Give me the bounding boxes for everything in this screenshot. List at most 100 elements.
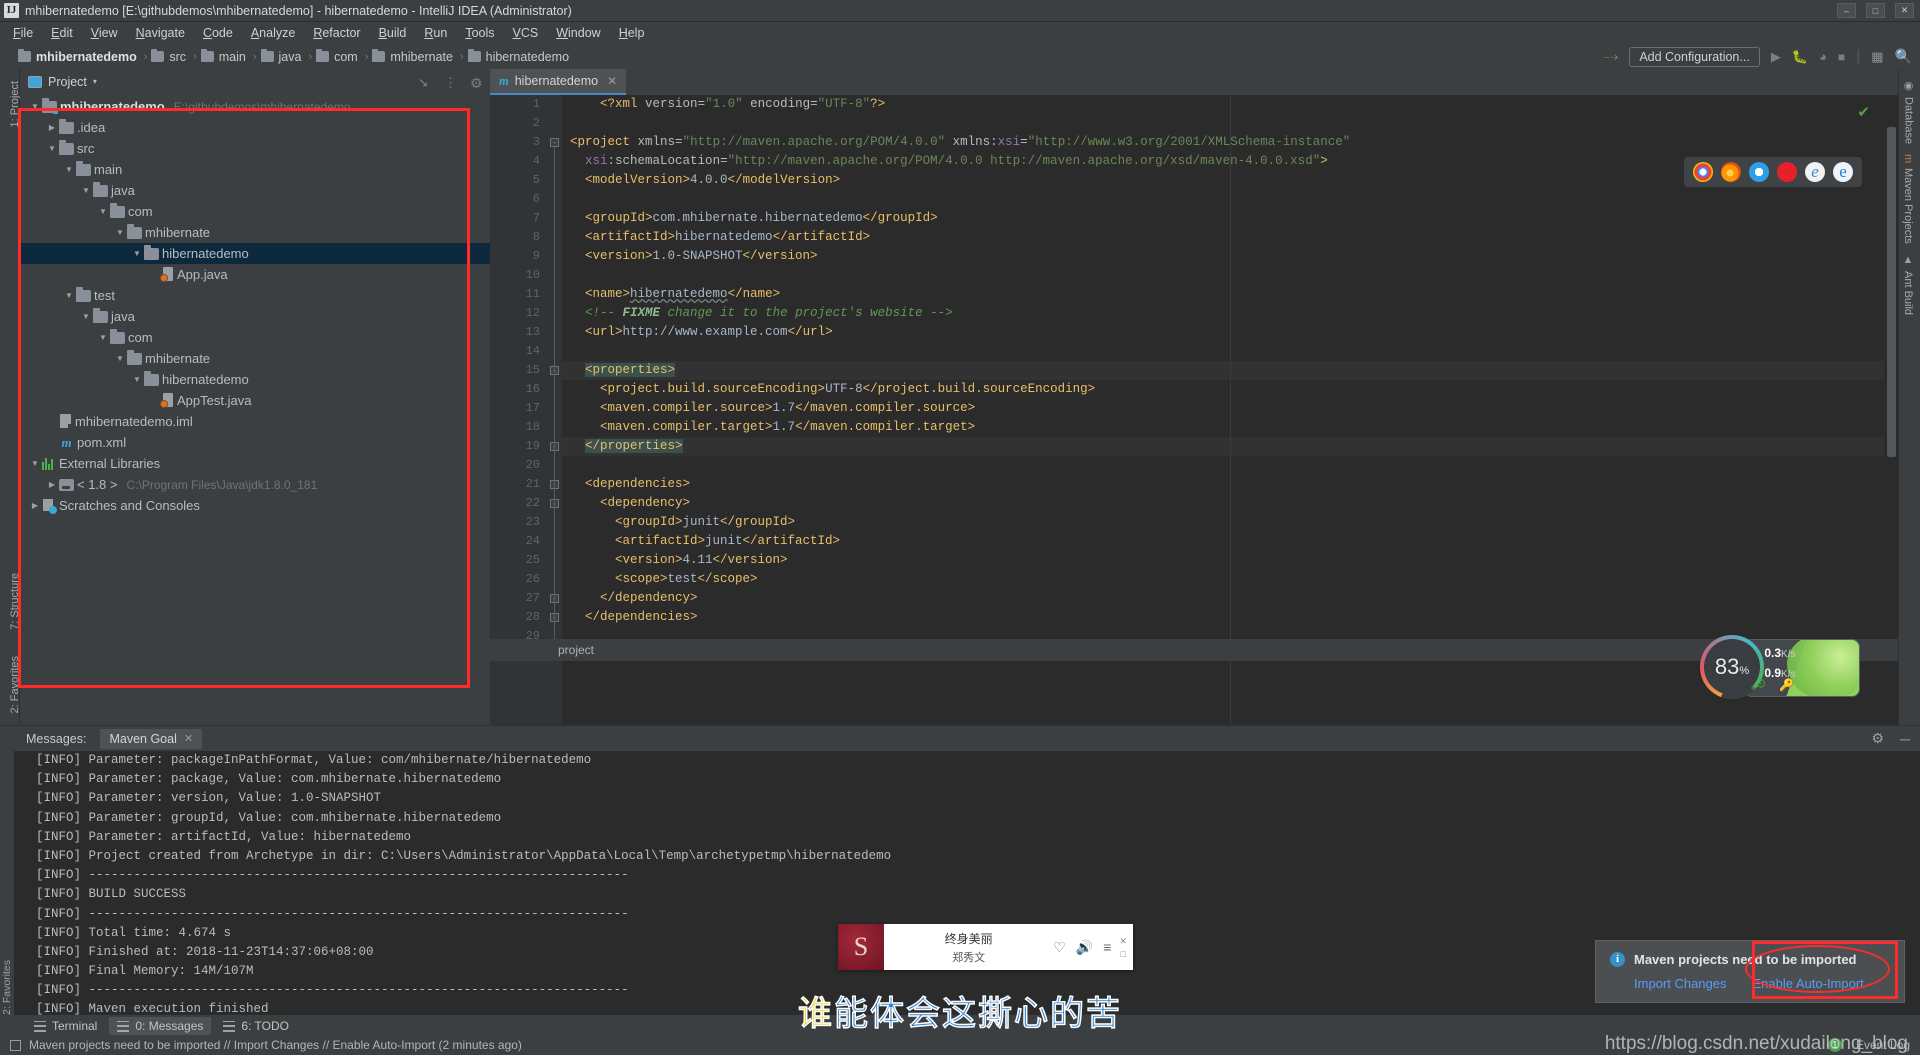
chevron-right-icon[interactable]: ▶ (45, 480, 59, 489)
chevron-down-icon[interactable]: ▼ (28, 102, 42, 111)
project-file-tree[interactable]: ▼ mhibernatedemo E:\githubdemos\mhibernate… (20, 94, 490, 516)
menu-code[interactable]: Code (194, 24, 242, 42)
breadcrumb-src[interactable]: src (151, 49, 189, 64)
code-editor[interactable]: 1 2 3 4 5 6 7 8 9 10 11 12 13 14 15 16 17 18 19 20 21 22 23 24 2… (490, 95, 1898, 725)
volume-icon[interactable]: 🔊 (1076, 939, 1093, 956)
breadcrumb-java[interactable]: java (260, 49, 305, 64)
minimize-icon[interactable]: ─ (1900, 731, 1910, 747)
fold-toggle-icon[interactable]: - (550, 138, 559, 147)
chevron-down-icon[interactable]: ▼ (130, 249, 144, 258)
chevron-down-icon[interactable]: ▼ (62, 291, 76, 300)
chevron-down-icon[interactable]: ▼ (113, 354, 127, 363)
opera-icon[interactable] (1777, 162, 1797, 182)
rail-button-ant-build[interactable]: ▲ Ant Build (1902, 254, 1914, 315)
menu-run[interactable]: Run (415, 24, 456, 42)
security-monitor-widget[interactable]: ↑ 0.3K/s ↓ 0.9K/s ⚙ 🔑 83% (1700, 631, 1860, 703)
chevron-down-icon[interactable]: ▼ (28, 459, 42, 468)
menu-help[interactable]: Help (610, 24, 654, 42)
key-icon[interactable]: 🔑 (1779, 678, 1794, 692)
menu-edit[interactable]: Edit (42, 24, 82, 42)
chevron-down-icon[interactable]: ▼ (96, 333, 110, 342)
menu-vcs[interactable]: VCS (504, 24, 548, 42)
close-icon[interactable]: ✕ (1119, 936, 1127, 947)
collapse-all-icon[interactable]: ➘ (418, 75, 432, 90)
tree-item-mhibernate[interactable]: ▼ mhibernate (20, 348, 490, 369)
editor-tab-hibernatedemo[interactable]: m hibernatedemo ✕ (490, 69, 627, 95)
close-button[interactable]: ✕ (1895, 3, 1914, 18)
restore-icon[interactable]: □ (1121, 949, 1126, 959)
tree-item-src[interactable]: ▼ src (20, 138, 490, 159)
run-coverage-icon[interactable]: ◕ (1819, 49, 1827, 64)
menu-refactor[interactable]: Refactor (304, 24, 369, 42)
chevron-down-icon[interactable]: ▼ (79, 186, 93, 195)
run-icon[interactable]: ▶ (1771, 49, 1781, 65)
chrome-icon[interactable] (1693, 162, 1713, 182)
chevron-down-icon[interactable]: ▾ (93, 77, 97, 86)
tree-item-main[interactable]: ▼ main (20, 159, 490, 180)
close-icon[interactable]: ✕ (607, 74, 617, 88)
tree-item-mhibernatedemo[interactable]: ▼ mhibernatedemo E:\githubdemos\mhibernate… (20, 96, 490, 117)
memory-usage-ring[interactable]: 83% (1700, 635, 1764, 699)
chevron-right-icon[interactable]: ▶ (28, 501, 42, 510)
tree-item--idea[interactable]: ▶ .idea (20, 117, 490, 138)
tree-item-com[interactable]: ▼ com (20, 327, 490, 348)
project-structure-icon[interactable]: ▦ (1871, 49, 1883, 65)
rail-button-maven-projects[interactable]: m Maven Projects (1902, 154, 1914, 244)
safari-icon[interactable] (1749, 162, 1769, 182)
chevron-down-icon[interactable]: ▼ (79, 312, 93, 321)
editor-scrollbar[interactable] (1884, 121, 1898, 725)
minimize-button[interactable]: – (1837, 3, 1856, 18)
tree-item-apptest-java[interactable]: ▸ AppTest.java (20, 390, 490, 411)
maven-goal-tab[interactable]: Maven Goal ✕ (100, 728, 203, 749)
import-changes-link[interactable]: Import Changes (1634, 976, 1727, 991)
tree-item-test[interactable]: ▼ test (20, 285, 490, 306)
chevron-down-icon[interactable]: ▼ (62, 165, 76, 174)
editor-breadcrumb[interactable]: project (490, 639, 1898, 661)
menu-build[interactable]: Build (370, 24, 416, 42)
menu-file[interactable]: File (4, 24, 42, 42)
chevron-down-icon[interactable]: ▼ (96, 207, 110, 216)
search-icon[interactable]: 🔍 (1895, 48, 1912, 65)
settings-gear-icon[interactable]: ⚙ (470, 75, 484, 91)
close-icon[interactable]: ✕ (184, 732, 193, 745)
debug-icon[interactable]: 🐛 (1792, 49, 1808, 65)
chevron-down-icon[interactable]: ▼ (113, 228, 127, 237)
ie-icon[interactable]: e (1805, 162, 1825, 182)
chevron-right-icon[interactable]: ▶ (45, 123, 59, 132)
stop-icon[interactable]: ■ (1838, 50, 1845, 64)
target-icon[interactable]: ⋮ (444, 75, 458, 90)
maximize-button[interactable]: □ (1866, 3, 1885, 18)
hammer-icon[interactable]: ⤍ (1603, 48, 1619, 65)
chevron-down-icon[interactable]: ▼ (45, 144, 59, 153)
menu-navigate[interactable]: Navigate (127, 24, 194, 42)
music-player-widget[interactable]: S 终身美丽 郑秀文 ♡ 🔊 ≡ ✕ □ (838, 924, 1133, 970)
tree-item-hibernatedemo[interactable]: ▼ hibernatedemo (20, 243, 490, 264)
menu-tools[interactable]: Tools (456, 24, 503, 42)
breadcrumb-mhibernate[interactable]: mhibernate (372, 49, 456, 64)
playlist-icon[interactable]: ≡ (1103, 939, 1111, 955)
breadcrumb-main[interactable]: main (200, 49, 249, 64)
scrollbar-thumb[interactable] (1887, 127, 1896, 457)
enable-auto-import-link[interactable]: Enable Auto-Import (1753, 976, 1864, 991)
menu-view[interactable]: View (82, 24, 127, 42)
tree-item-mhibernate[interactable]: ▼ mhibernate (20, 222, 490, 243)
heart-icon[interactable]: ♡ (1053, 939, 1066, 956)
breadcrumb-com[interactable]: com (316, 49, 361, 64)
firefox-icon[interactable] (1721, 162, 1741, 182)
menu-analyze[interactable]: Analyze (242, 24, 304, 42)
tree-item-com[interactable]: ▼ com (20, 201, 490, 222)
add-configuration-button[interactable]: Add Configuration... (1629, 46, 1760, 67)
tree-item-scratches-and-consoles[interactable]: ▶ Scratches and Consoles (20, 495, 490, 516)
chevron-down-icon[interactable]: ▼ (130, 375, 144, 384)
status-message[interactable]: Maven projects need to be imported // Im… (29, 1038, 522, 1052)
breadcrumb-hibernatedemo[interactable]: hibernatedemo (467, 49, 572, 64)
tree-item-mhibernatedemo-iml[interactable]: ▸ mhibernatedemo.iml (20, 411, 490, 432)
tree-item-hibernatedemo[interactable]: ▼ hibernatedemo (20, 369, 490, 390)
menu-window[interactable]: Window (547, 24, 609, 42)
tree-item-external-libraries[interactable]: ▼ External Libraries (20, 453, 490, 474)
tree-item-app-java[interactable]: ▸ App.java (20, 264, 490, 285)
breadcrumb-mhibernatedemo[interactable]: mhibernatedemo (18, 49, 140, 64)
settings-gear-icon[interactable]: ⚙ (1872, 730, 1885, 747)
tree-item-pom-xml[interactable]: ▸m pom.xml (20, 432, 490, 453)
tree-item-java[interactable]: ▼ java (20, 306, 490, 327)
